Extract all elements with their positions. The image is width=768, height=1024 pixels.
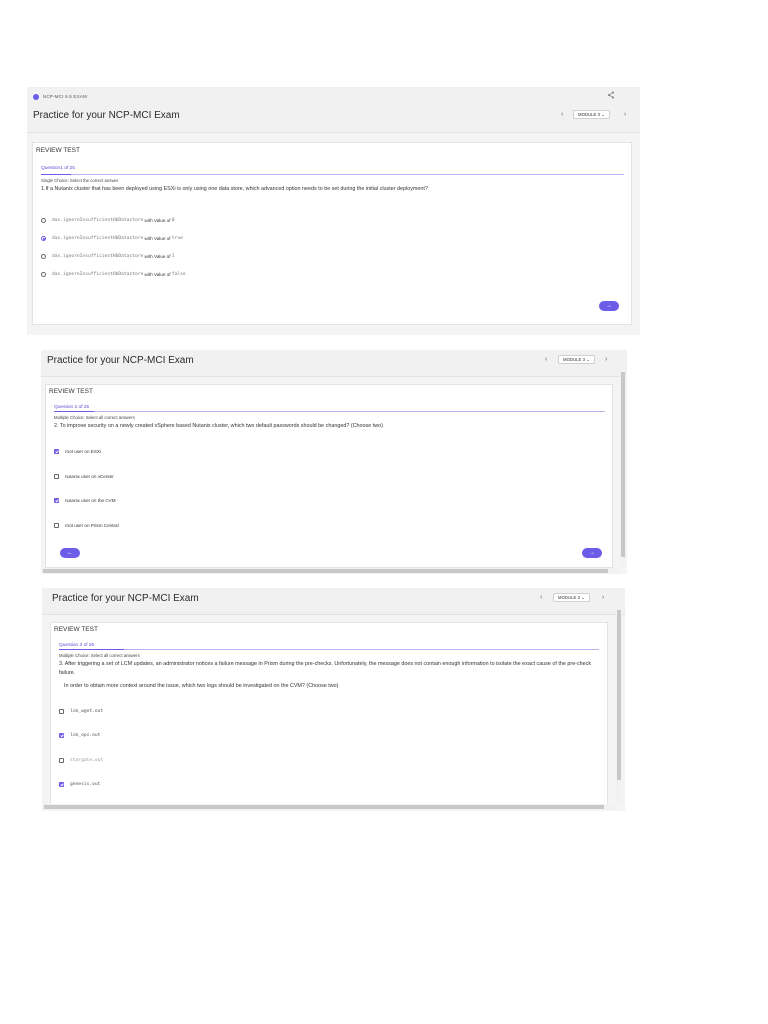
chevron-right-icon[interactable]: › <box>602 594 604 602</box>
progress-line <box>59 649 599 650</box>
option-3[interactable]: nutanix user on the CVM <box>54 498 116 503</box>
scrollbar-thumb[interactable] <box>621 372 625 557</box>
arrow-right-icon: → <box>589 550 595 556</box>
review-card: REVIEW TEST Question 2 of 25 Multiple Ch… <box>45 384 613 568</box>
review-title: REVIEW TEST <box>49 388 93 395</box>
quiz-panel-3: Practice for your NCP-MCI Exam ‹ MODULE … <box>42 588 625 811</box>
page-title: Practice for your NCP-MCI Exam <box>52 593 199 604</box>
review-title: REVIEW TEST <box>36 147 80 154</box>
option-4[interactable]: das.ignoreInsufficientHbDatastore with V… <box>41 272 186 277</box>
scrollbar-thumb[interactable] <box>44 805 604 809</box>
arrow-left-icon: ← <box>67 550 73 556</box>
chevron-down-icon: ⌄ <box>586 357 590 362</box>
option-3[interactable]: das.ignoreInsufficientHbDatastore with V… <box>41 254 175 259</box>
option-3[interactable]: stargate.out <box>59 758 103 763</box>
checkbox-checked[interactable] <box>54 449 59 454</box>
module-select[interactable]: MODULE 3 ⌄ <box>558 355 595 364</box>
radio-button-selected[interactable] <box>41 236 46 241</box>
page-title: Practice for your NCP-MCI Exam <box>33 110 180 121</box>
prev-button[interactable]: ← <box>60 548 80 558</box>
module-select[interactable]: MODULE 3 ⌄ <box>573 110 610 119</box>
progress-line <box>41 174 624 175</box>
logo-icon <box>33 94 39 100</box>
checkbox-checked[interactable] <box>54 498 59 503</box>
quiz-panel-1: NCP-MCI 6.5 EXAM Practice for your NCP-M… <box>27 87 640 335</box>
arrow-right-icon: → <box>606 303 612 309</box>
page-title: Practice for your NCP-MCI Exam <box>47 355 194 366</box>
next-button[interactable]: → <box>582 548 602 558</box>
exam-tag: NCP-MCI 6.5 EXAM <box>43 94 87 99</box>
option-4[interactable]: genesis.out <box>59 782 100 787</box>
checkbox[interactable] <box>54 523 59 528</box>
option-1[interactable]: root user on ESXi <box>54 449 101 454</box>
chevron-left-icon[interactable]: ‹ <box>561 111 563 119</box>
module-select[interactable]: MODULE 3 ⌄ <box>553 593 590 602</box>
option-1[interactable]: das.ignoreInsufficientHbDatastore with V… <box>41 218 175 223</box>
radio-button[interactable] <box>41 218 46 223</box>
scrollbar-thumb[interactable] <box>43 569 608 573</box>
share-icon[interactable] <box>607 91 615 102</box>
horizontal-scrollbar[interactable] <box>41 568 620 574</box>
question-type: Multiple Choice: Select all correct answ… <box>54 415 135 420</box>
panel-header: Practice for your NCP-MCI Exam ‹ MODULE … <box>42 588 625 615</box>
question-text: 1.If a Nutanix cluster that has been dep… <box>41 186 428 192</box>
quiz-panel-2: Practice for your NCP-MCI Exam ‹ MODULE … <box>41 350 627 574</box>
checkbox[interactable] <box>59 709 64 714</box>
progress-line <box>54 411 605 412</box>
checkbox-checked[interactable] <box>59 782 64 787</box>
chevron-right-icon[interactable]: › <box>605 356 607 364</box>
question-counter: Question1 of 25 <box>41 166 75 171</box>
chevron-left-icon[interactable]: ‹ <box>540 594 542 602</box>
question-type: Multiple Choice: Select all correct answ… <box>59 653 140 658</box>
panel-header: NCP-MCI 6.5 EXAM Practice for your NCP-M… <box>27 87 640 133</box>
radio-button[interactable] <box>41 254 46 259</box>
option-1[interactable]: lcm_wget.out <box>59 709 103 714</box>
radio-button[interactable] <box>41 272 46 277</box>
option-4[interactable]: root user on Prism Central <box>54 523 119 528</box>
review-title: REVIEW TEST <box>54 626 98 633</box>
progress-line-active <box>54 411 94 412</box>
horizontal-scrollbar[interactable] <box>42 804 616 810</box>
next-button[interactable]: → <box>599 301 619 311</box>
option-2[interactable]: das.ignoreInsufficientHbDatastore with V… <box>41 236 183 241</box>
question-text-extra: In order to obtain more context around t… <box>64 683 339 689</box>
question-counter: Question 3 of 25 <box>59 643 95 648</box>
progress-line-active <box>41 174 71 175</box>
question-text: 2. To improve security on a newly create… <box>54 423 383 429</box>
checkbox-checked[interactable] <box>59 733 64 738</box>
vertical-scrollbar[interactable] <box>616 608 622 804</box>
option-2[interactable]: nutanix user on vCenter <box>54 474 114 479</box>
vertical-scrollbar[interactable] <box>620 370 626 568</box>
chevron-left-icon[interactable]: ‹ <box>545 356 547 364</box>
panel-header: Practice for your NCP-MCI Exam ‹ MODULE … <box>41 350 627 377</box>
checkbox[interactable] <box>59 758 64 763</box>
question-counter: Question 2 of 25 <box>54 405 90 410</box>
scrollbar-thumb[interactable] <box>617 610 621 780</box>
option-2[interactable]: lcm_ops.out <box>59 733 100 738</box>
question-type: Single Choice: Select the correct answer <box>41 178 119 183</box>
review-card: REVIEW TEST Question1 of 25 Single Choic… <box>32 142 632 325</box>
chevron-down-icon: ⌄ <box>601 112 605 117</box>
checkbox[interactable] <box>54 474 59 479</box>
chevron-down-icon: ⌄ <box>581 595 585 600</box>
review-card: REVIEW TEST Question 3 of 25 Multiple Ch… <box>50 622 608 805</box>
chevron-right-icon[interactable]: › <box>624 111 626 119</box>
question-text: 3. After triggering a set of LCM updates… <box>59 661 592 676</box>
progress-line-active <box>59 649 124 650</box>
